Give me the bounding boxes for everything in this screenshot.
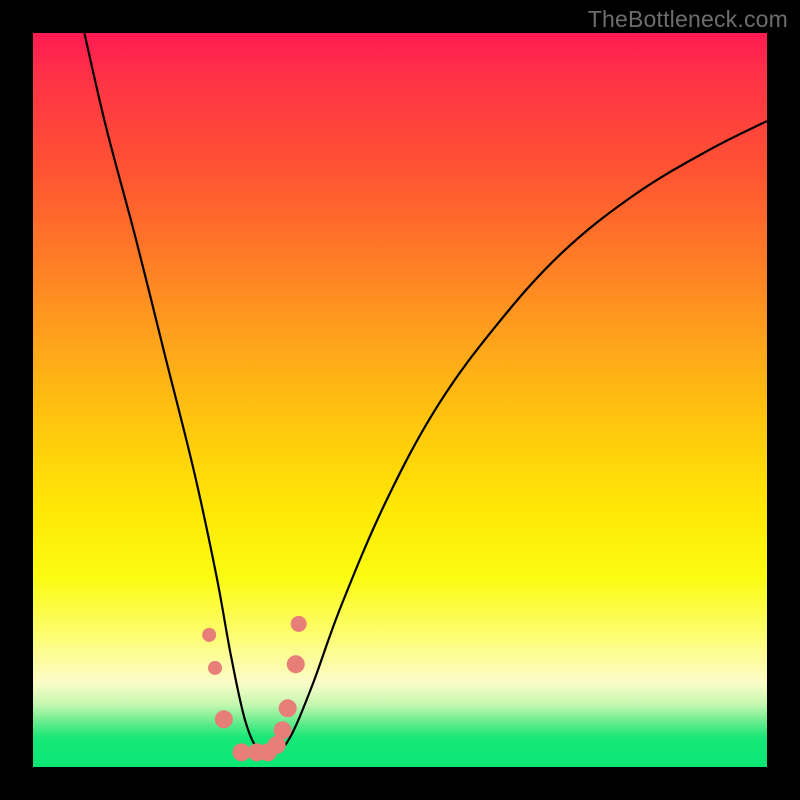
chart-svg <box>33 33 767 767</box>
plot-area <box>33 33 767 767</box>
dot <box>215 710 233 728</box>
watermark-text: TheBottleneck.com <box>588 6 788 33</box>
dot <box>202 628 216 642</box>
curve-left-branch <box>84 33 275 755</box>
dot <box>232 743 250 761</box>
dot <box>291 616 307 632</box>
highlighted-dots <box>202 616 307 761</box>
dot <box>208 661 222 675</box>
outer-frame: TheBottleneck.com <box>0 0 800 800</box>
dot <box>287 655 305 673</box>
dot <box>279 699 297 717</box>
dot <box>274 721 292 739</box>
bottleneck-curve <box>84 33 767 755</box>
curve-right-branch <box>261 121 767 753</box>
